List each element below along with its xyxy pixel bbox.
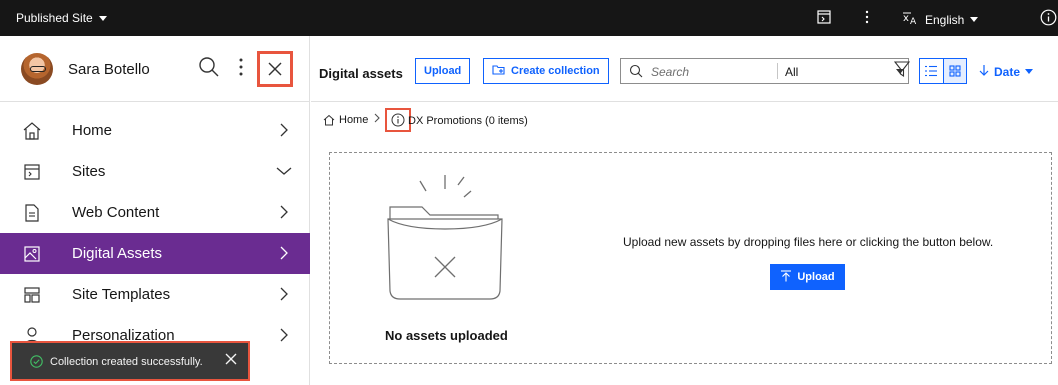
create-collection-label: Create collection xyxy=(511,65,600,77)
chevron-right-icon xyxy=(276,204,292,220)
search-input[interactable]: Search All xyxy=(620,58,909,84)
search-icon[interactable] xyxy=(198,56,220,83)
sort-button[interactable]: Date xyxy=(979,64,1034,79)
upload-assets-button[interactable]: Upload xyxy=(770,264,845,290)
checkmark-circle-icon xyxy=(30,355,43,371)
upload-button[interactable]: Upload xyxy=(415,58,471,84)
main-toolbar: Digital assets Upload Create collection … xyxy=(311,36,1058,102)
page-title: Digital assets xyxy=(319,66,403,81)
chevron-right-icon xyxy=(276,327,292,343)
more-vertical-icon[interactable] xyxy=(864,10,870,27)
empty-state-message: Upload new assets by dropping files here… xyxy=(623,235,994,249)
sidebar-item-label: Digital Assets xyxy=(72,245,163,262)
more-vertical-icon[interactable] xyxy=(238,56,244,83)
translate-icon: xA xyxy=(903,11,919,28)
chevron-right-icon xyxy=(276,245,292,261)
search-icon xyxy=(629,64,643,81)
filter-icon[interactable] xyxy=(893,60,911,83)
chevron-down-icon xyxy=(1025,69,1034,74)
breadcrumb-current-page: DX Promotions (0 items) xyxy=(408,115,528,127)
top-bar: Published Site xA English xyxy=(0,0,1058,36)
close-icon xyxy=(225,353,237,365)
image-icon xyxy=(22,244,42,264)
site-selector[interactable]: Published Site xyxy=(16,11,107,25)
sidebar-item-digital-assets[interactable]: Digital Assets xyxy=(0,233,310,274)
user-profile-header: Sara Botello xyxy=(0,36,310,102)
svg-text:A: A xyxy=(910,17,917,25)
breadcrumb: Home DX Promotions (0 items) xyxy=(323,108,528,132)
info-icon xyxy=(391,113,405,127)
close-navigation-button[interactable] xyxy=(258,52,292,86)
sort-label: Date xyxy=(994,64,1021,79)
chevron-right-icon xyxy=(276,122,292,138)
sidebar-item-sites[interactable]: Sites xyxy=(0,151,310,192)
site-selector-label: Published Site xyxy=(16,11,93,25)
template-icon xyxy=(22,285,42,305)
avatar[interactable] xyxy=(21,53,53,85)
list-view-button[interactable] xyxy=(920,59,943,83)
empty-state-title: No assets uploaded xyxy=(385,328,508,343)
svg-text:x: x xyxy=(903,13,909,24)
language-selector[interactable]: xA English xyxy=(903,11,979,28)
success-toast: Collection created successfully. xyxy=(10,341,250,381)
site-panel-icon[interactable] xyxy=(817,10,831,27)
sidebar-item-site-templates[interactable]: Site Templates xyxy=(0,274,310,315)
sidebar-item-label: Sites xyxy=(72,163,106,180)
upload-assets-label: Upload xyxy=(797,271,835,283)
home-icon xyxy=(323,114,335,125)
close-toast-button[interactable] xyxy=(225,352,237,370)
toast-message: Collection created successfully. xyxy=(50,356,203,368)
user-name: Sara Botello xyxy=(68,61,150,78)
create-collection-button[interactable]: Create collection xyxy=(483,58,609,84)
sidebar-item-label: Site Templates xyxy=(72,286,171,303)
breadcrumb-home-label: Home xyxy=(339,113,369,126)
chevron-right-icon xyxy=(374,113,381,126)
info-icon[interactable] xyxy=(1040,9,1057,29)
chevron-down-icon xyxy=(98,15,107,21)
search-scope-select[interactable]: All xyxy=(785,65,798,79)
empty-folder-illustration xyxy=(386,171,504,318)
language-label: English xyxy=(925,12,965,27)
grid-view-button[interactable] xyxy=(942,59,966,83)
list-icon xyxy=(925,65,938,77)
sidebar-item-label: Web Content xyxy=(72,204,160,221)
sidebar-item-label: Home xyxy=(72,122,113,139)
add-collection-icon xyxy=(492,64,506,79)
chevron-down-icon xyxy=(276,163,292,179)
grid-icon xyxy=(949,65,961,77)
chevron-right-icon xyxy=(276,286,292,302)
sites-icon xyxy=(22,162,42,182)
search-placeholder: Search xyxy=(651,65,690,79)
sidebar-item-web-content[interactable]: Web Content xyxy=(0,192,310,233)
close-icon xyxy=(268,62,282,76)
asset-drop-zone[interactable]: No assets uploaded Upload new assets by … xyxy=(329,152,1052,364)
search-divider xyxy=(777,63,778,79)
home-icon xyxy=(22,121,42,141)
sidebar-item-home[interactable]: Home xyxy=(0,110,310,151)
arrow-down-icon xyxy=(979,64,989,79)
chevron-down-icon xyxy=(970,17,979,22)
upload-button-label: Upload xyxy=(424,65,462,77)
breadcrumb-home[interactable]: Home xyxy=(323,114,368,126)
document-icon xyxy=(22,203,42,223)
view-toggle xyxy=(919,58,967,84)
side-navigation: Sara Botello Home Sites Web Content Digi… xyxy=(0,36,310,385)
upload-icon xyxy=(780,269,792,285)
